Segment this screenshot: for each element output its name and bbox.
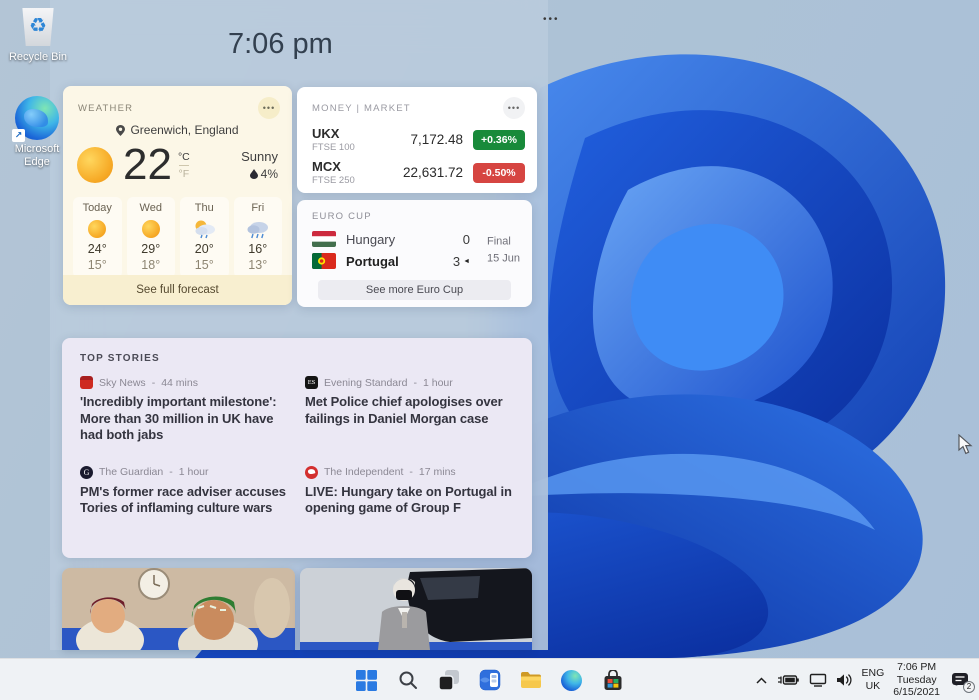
fahrenheit-option[interactable]: °F	[179, 165, 190, 180]
forecast-day: Thu 20° 15°	[180, 197, 229, 278]
volume-icon[interactable]	[836, 673, 853, 687]
edge-button[interactable]	[560, 668, 584, 692]
story-item[interactable]: Sky News - 44 mins 'Incredibly important…	[80, 376, 289, 444]
sunny-icon	[77, 147, 113, 183]
notification-count-badge: 2	[963, 681, 975, 693]
taskbar-clock[interactable]: 7:06 PM Tuesday 6/15/2021	[893, 661, 940, 699]
raindrop-icon	[250, 169, 258, 179]
notification-center-button[interactable]: 2	[949, 670, 971, 690]
story-item[interactable]: The Independent - 17 mins LIVE: Hungary …	[305, 466, 514, 517]
independent-icon	[305, 466, 318, 479]
hidden-icons-chevron-icon[interactable]	[756, 677, 767, 684]
precipitation-value: 4%	[261, 167, 278, 181]
unit-toggle[interactable]: °C °F	[178, 151, 190, 180]
clock-day: Tuesday	[893, 674, 940, 687]
story-headline[interactable]: LIVE: Hungary take on Portugal in openin…	[305, 484, 514, 517]
forecast-day: Fri 16° 13°	[234, 197, 283, 278]
desktop-icon-edge[interactable]: ↗ Microsoft Edge	[2, 96, 72, 168]
windows-logo-icon	[356, 670, 377, 691]
location-pin-icon	[116, 125, 125, 136]
news-photo-royal[interactable]	[300, 568, 532, 650]
top-stories-title: TOP STORIES	[62, 338, 532, 370]
hungary-flag-icon	[312, 231, 336, 247]
guardian-icon: G	[80, 466, 93, 479]
market-value: 7,172.48	[410, 132, 463, 147]
story-headline[interactable]: Met Police chief apologises over failing…	[305, 394, 514, 427]
battery-icon[interactable]	[776, 674, 800, 686]
eurocup-title: EURO CUP	[297, 200, 532, 228]
current-temperature: 22	[123, 143, 172, 187]
sunny-icon	[142, 220, 160, 238]
weather-condition: Sunny	[241, 149, 278, 164]
widgets-icon	[479, 669, 501, 691]
portugal-flag-icon	[312, 253, 336, 269]
language-switcher[interactable]: ENG UK	[862, 667, 885, 692]
see-more-eurocup-button[interactable]: See more Euro Cup	[318, 280, 511, 300]
sun-shower-icon	[192, 219, 216, 239]
weather-title: WEATHER	[78, 103, 133, 114]
language-secondary: UK	[862, 680, 885, 693]
change-badge-down: -0.50%	[473, 163, 525, 183]
file-explorer-button[interactable]	[519, 668, 543, 692]
search-button[interactable]	[396, 668, 420, 692]
language-primary: ENG	[862, 667, 885, 680]
file-explorer-icon	[520, 671, 542, 689]
market-row-ukx[interactable]: UKX FTSE 100 7,172.48 +0.36%	[297, 123, 537, 156]
forecast-day: Wed 29° 18°	[127, 197, 176, 278]
taskbar: ENG UK 7:06 PM Tuesday 6/15/2021 2	[0, 658, 979, 700]
widgets-clock: 7:06 pm	[228, 28, 333, 61]
market-title: MONEY | MARKET	[312, 103, 411, 114]
edge-icon	[561, 670, 582, 691]
task-view-button[interactable]	[437, 668, 461, 692]
network-icon[interactable]	[809, 673, 827, 687]
story-item[interactable]: G The Guardian - 1 hour PM's former race…	[80, 466, 289, 517]
forecast-day: Today 24° 15°	[73, 197, 122, 278]
celsius-option[interactable]: °C	[178, 151, 190, 165]
rain-icon	[246, 219, 270, 239]
market-menu-icon[interactable]: •••	[503, 97, 525, 119]
store-icon	[603, 670, 623, 691]
news-photo-boys[interactable]	[62, 568, 295, 650]
winner-marker-icon: ◄	[463, 258, 470, 265]
search-icon	[398, 670, 418, 690]
clock-time: 7:06 PM	[893, 661, 940, 674]
story-headline[interactable]: PM's former race adviser accuses Tories …	[80, 484, 289, 517]
see-full-forecast-link[interactable]: See full forecast	[63, 275, 292, 305]
icon-label: Microsoft Edge	[2, 143, 72, 168]
weather-location: Greenwich, England	[130, 123, 238, 137]
shortcut-arrow-icon: ↗	[12, 129, 25, 142]
news-photo-image	[300, 568, 532, 650]
match-row-portugal[interactable]: Portugal 3 ◄	[297, 250, 470, 272]
change-badge-up: +0.36%	[473, 130, 525, 150]
match-status: Final 15 Jun	[487, 234, 520, 267]
desktop-icon-recycle-bin[interactable]: ♻ Recycle Bin	[3, 6, 73, 64]
market-widget[interactable]: MONEY | MARKET ••• UKX FTSE 100 7,172.48…	[297, 87, 537, 193]
mouse-cursor	[958, 434, 973, 460]
store-button[interactable]	[601, 668, 625, 692]
eurocup-widget[interactable]: EURO CUP Hungary 0 Portugal 3 ◄ Final 15…	[297, 200, 532, 307]
weather-widget[interactable]: WEATHER ••• Greenwich, England 22 °C °F …	[63, 86, 292, 305]
story-item[interactable]: ES Evening Standard - 1 hour Met Police …	[305, 376, 514, 444]
clock-date: 6/15/2021	[893, 686, 940, 699]
recycle-bin-icon: ♻	[19, 6, 57, 48]
sky-news-icon	[80, 376, 93, 389]
widgets-board-menu-dots-icon[interactable]: •••	[543, 14, 560, 25]
weather-menu-icon[interactable]: •••	[258, 97, 280, 119]
news-photo-image	[62, 568, 295, 650]
task-view-icon	[438, 669, 460, 691]
story-headline[interactable]: 'Incredibly important milestone': More t…	[80, 394, 289, 444]
top-stories-widget: TOP STORIES Sky News - 44 mins 'Incredib…	[62, 338, 532, 558]
widgets-button[interactable]	[478, 668, 502, 692]
start-button[interactable]	[355, 668, 379, 692]
icon-label: Recycle Bin	[3, 51, 73, 64]
match-row-hungary[interactable]: Hungary 0	[297, 228, 470, 250]
sunny-icon	[88, 220, 106, 238]
market-row-mcx[interactable]: MCX FTSE 250 22,631.72 -0.50%	[297, 156, 537, 189]
evening-standard-icon: ES	[305, 376, 318, 389]
market-value: 22,631.72	[403, 165, 463, 180]
